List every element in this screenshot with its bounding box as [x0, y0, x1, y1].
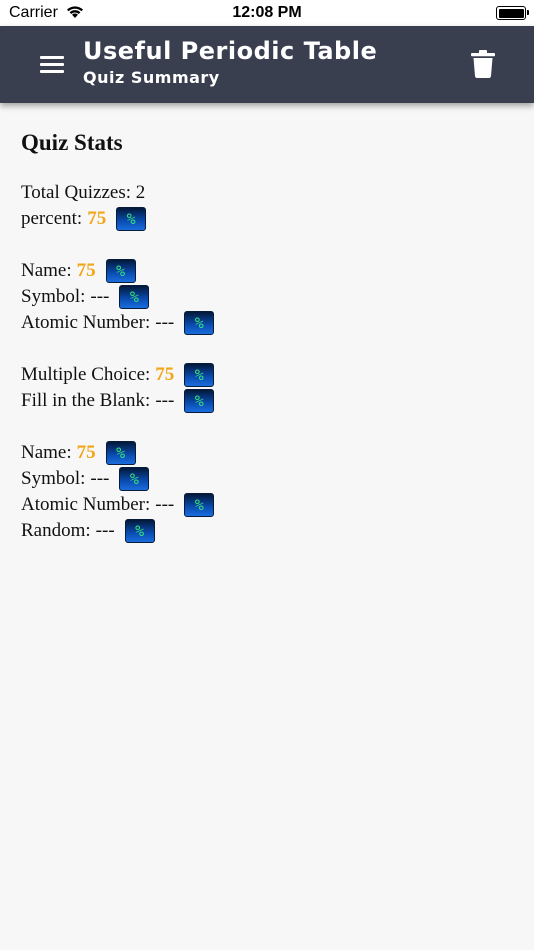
stat-value: --- — [95, 520, 115, 541]
stat-label: Atomic Number: — [21, 494, 151, 515]
menu-icon[interactable] — [40, 55, 64, 75]
percent-toggle-button[interactable]: % — [184, 389, 215, 413]
stat-label: Random: — [21, 520, 91, 541]
percent-toggle-button[interactable]: % — [184, 493, 215, 517]
stat-value: --- — [155, 494, 175, 515]
percent-label: percent: — [21, 208, 83, 229]
stat-label: Atomic Number: — [21, 312, 151, 333]
stat-row: Symbol: --- % — [21, 466, 214, 492]
percent-toggle-button[interactable]: % — [124, 519, 155, 543]
stat-value: --- — [90, 468, 110, 489]
stat-row: Symbol: --- % — [21, 284, 214, 310]
percent-toggle-button[interactable]: % — [116, 207, 147, 231]
stat-label: Multiple Choice: — [21, 364, 151, 385]
total-quizzes-label: Total Quizzes: 2 — [21, 182, 146, 203]
stat-row: Atomic Number: --- % — [21, 492, 215, 518]
percent-value: 75 — [87, 208, 107, 229]
app-title: Useful Periodic Table — [83, 37, 378, 65]
stat-row: Name: 75 % — [21, 258, 214, 284]
trash-icon[interactable] — [471, 50, 495, 78]
percent-toggle-button[interactable]: % — [105, 259, 136, 283]
battery-icon — [496, 6, 529, 20]
quiz-stats: Quiz Stats Total Quizzes: 2 percent: 75 … — [21, 130, 215, 544]
stat-label: Name: — [21, 442, 72, 463]
stat-row: Fill in the Blank: --- % — [21, 388, 215, 414]
stat-label: Symbol: — [21, 468, 86, 489]
stat-value: --- — [90, 286, 110, 307]
percent-toggle-button[interactable]: % — [105, 441, 136, 465]
stat-value: 75 — [76, 260, 96, 281]
stat-label: Name: — [21, 260, 72, 281]
app-bar: Useful Periodic Table Quiz Summary — [0, 26, 534, 103]
clock: 12:08 PM — [232, 4, 302, 21]
total-quizzes: Total Quizzes: 2 — [21, 180, 214, 206]
screen-subtitle: Quiz Summary — [83, 68, 220, 87]
overall-percent-row: percent: 75 % — [21, 206, 214, 232]
stat-value: --- — [155, 312, 175, 333]
percent-toggle-button[interactable]: % — [184, 311, 215, 335]
stat-label: Fill in the Blank: — [21, 390, 151, 411]
page-title: Quiz Stats — [21, 130, 123, 155]
stat-row: Random: --- % — [21, 518, 214, 544]
stat-value: 75 — [76, 442, 96, 463]
stat-row: Multiple Choice: 75 % — [21, 362, 215, 388]
percent-toggle-button[interactable]: % — [119, 285, 150, 309]
status-bar: Carrier 12:08 PM — [0, 0, 534, 26]
stat-value: --- — [155, 390, 175, 411]
stat-label: Symbol: — [21, 286, 86, 307]
stat-row: Atomic Number: --- % — [21, 310, 215, 336]
percent-toggle-button[interactable]: % — [184, 363, 215, 387]
stat-row: Name: 75 % — [21, 440, 214, 466]
percent-toggle-button[interactable]: % — [119, 467, 150, 491]
stat-value: 75 — [155, 364, 175, 385]
